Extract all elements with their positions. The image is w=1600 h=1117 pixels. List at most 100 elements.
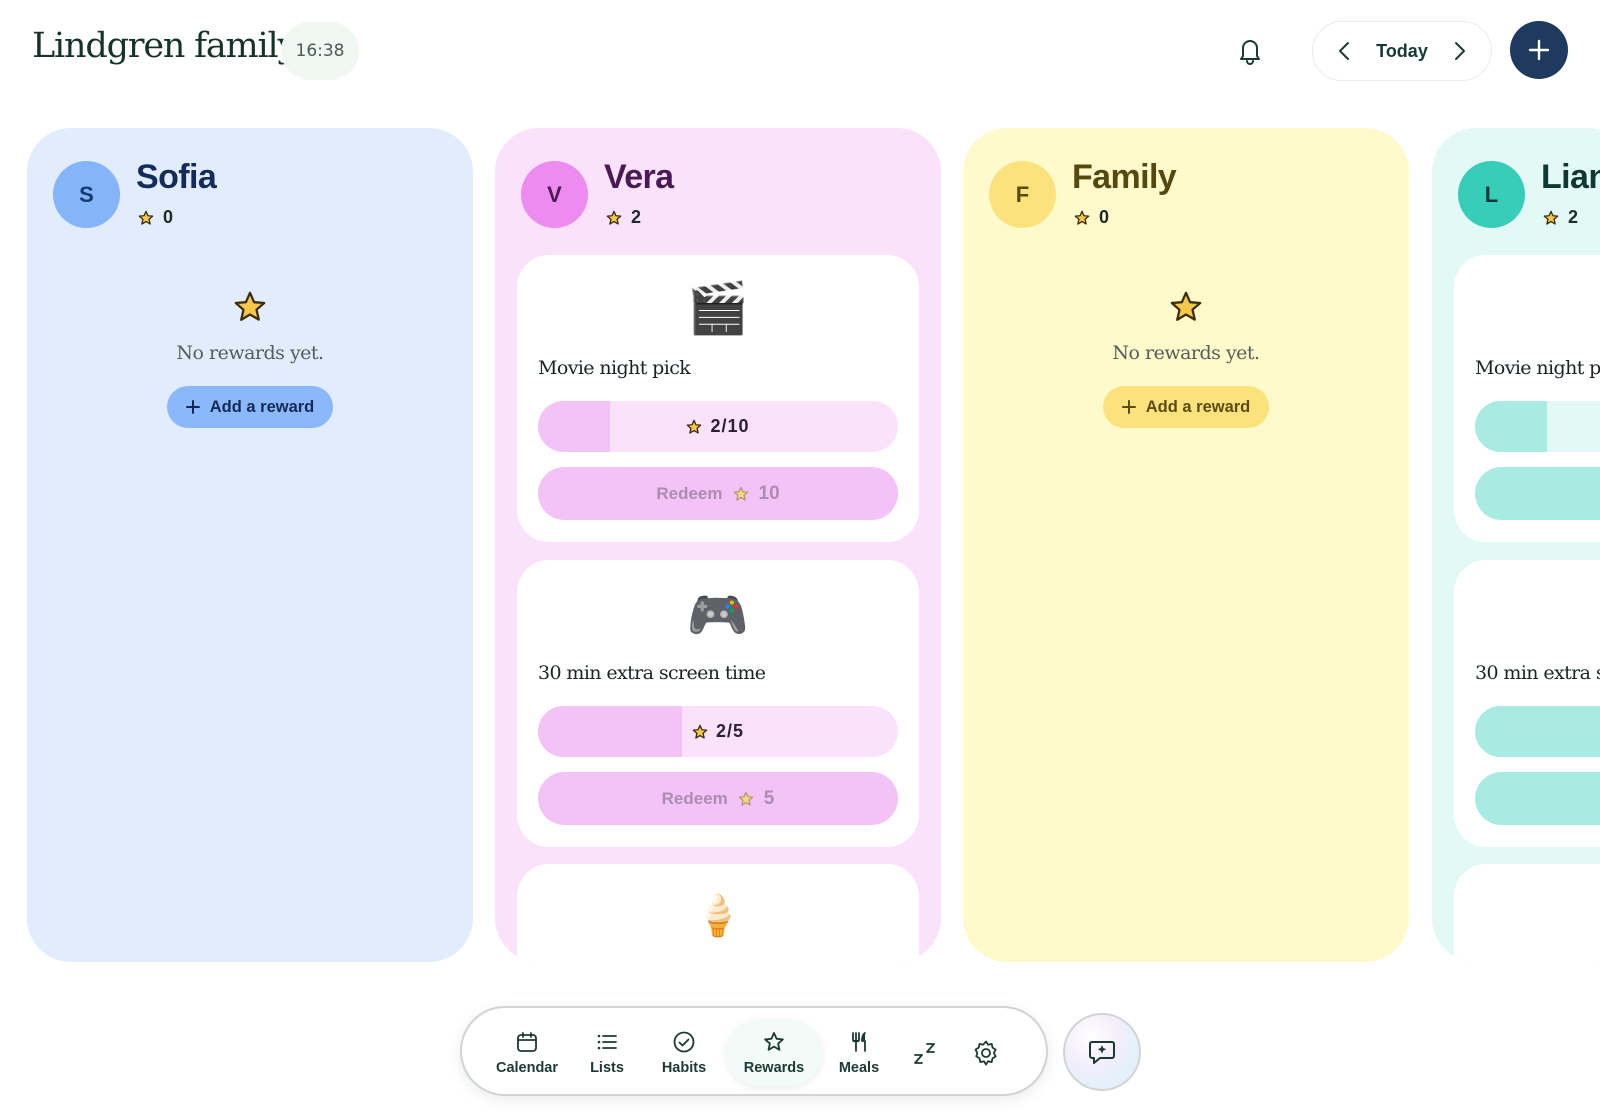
star-icon bbox=[733, 486, 748, 501]
clapperboard-icon: 🎬 bbox=[686, 280, 750, 336]
tab-label: Calendar bbox=[495, 1060, 559, 1076]
tab-calendar[interactable]: Calendar bbox=[484, 1020, 570, 1086]
add-reward-button[interactable]: Add a reward bbox=[166, 386, 334, 428]
redeem-button[interactable]: R bbox=[1475, 467, 1600, 520]
star-icon bbox=[764, 1032, 784, 1051]
member-column-family: F Family 0 No rewards yet. Add a reward bbox=[963, 128, 1409, 962]
star-icon bbox=[692, 724, 708, 739]
member-name: Sofia bbox=[136, 158, 217, 196]
star-icon bbox=[138, 210, 154, 225]
add-reward-button[interactable]: Add a reward bbox=[1102, 386, 1270, 428]
member-name: Family bbox=[1072, 158, 1177, 196]
gear-icon bbox=[974, 1040, 997, 1066]
tab-label: Meals bbox=[838, 1060, 880, 1076]
redeem-button[interactable]: Redeem 5 bbox=[538, 772, 898, 825]
tab-label: Rewards bbox=[743, 1060, 805, 1076]
points-balance: 2 bbox=[1543, 207, 1578, 228]
chat-sparkle-icon bbox=[1089, 1041, 1115, 1064]
empty-state: No rewards yet. Add a reward bbox=[963, 290, 1409, 428]
progress-fill bbox=[1475, 401, 1547, 452]
reward-card[interactable]: 🍦 bbox=[517, 864, 919, 962]
game-controller-icon: 🎮 bbox=[686, 587, 750, 643]
reward-progress: 2/10 bbox=[538, 401, 898, 452]
points-value: 0 bbox=[163, 207, 174, 227]
member-column-sofia: S Sofia 0 No rewards yet. Add a reward bbox=[27, 128, 473, 962]
empty-state: No rewards yet. Add a reward bbox=[27, 290, 473, 428]
reward-progress bbox=[1475, 401, 1600, 452]
clock: 16:38 bbox=[281, 22, 359, 80]
empty-message: No rewards yet. bbox=[1112, 342, 1260, 364]
reward-card[interactable] bbox=[1454, 864, 1600, 962]
reward-card[interactable]: 🎬 Movie night pick 2/10 Redeem 10 bbox=[517, 255, 919, 542]
tab-habits[interactable]: Habits bbox=[644, 1020, 724, 1086]
progress-text: 2/5 bbox=[715, 721, 745, 741]
ice-cream-icon: 🍦 bbox=[693, 894, 743, 938]
assistant-button[interactable] bbox=[1063, 1013, 1141, 1091]
redeem-button[interactable]: Redeem 10 bbox=[538, 467, 898, 520]
redeem-cost: 5 bbox=[763, 787, 775, 809]
points-balance: 0 bbox=[138, 207, 173, 228]
list-icon bbox=[597, 1034, 617, 1050]
member-column-vera: V Vera 2 🎬 Movie night pick 2/10 Redeem … bbox=[495, 128, 941, 962]
progress-text: 2/10 bbox=[710, 416, 750, 436]
avatar[interactable]: F bbox=[989, 161, 1056, 228]
app-title: Lindgren family bbox=[32, 26, 297, 66]
reward-title: 30 min extra screen time bbox=[538, 662, 766, 684]
reward-progress: 2/5 bbox=[538, 706, 898, 757]
today-button[interactable]: Today bbox=[1376, 41, 1428, 62]
member-name: Lian bbox=[1541, 158, 1600, 196]
chevron-left-icon[interactable] bbox=[1337, 40, 1351, 62]
member-column-lian: L Lian 2 Movie night pi R 30 min extra s… bbox=[1432, 128, 1600, 962]
avatar[interactable]: V bbox=[521, 161, 588, 228]
plus-icon bbox=[1121, 400, 1136, 414]
star-icon bbox=[738, 791, 754, 806]
redeem-button[interactable]: F bbox=[1475, 772, 1600, 825]
reward-card[interactable]: 30 min extra sc F bbox=[1454, 560, 1600, 847]
reward-card[interactable]: Movie night pi R bbox=[1454, 255, 1600, 542]
tab-settings[interactable] bbox=[958, 1020, 1014, 1086]
avatar[interactable]: L bbox=[1458, 161, 1525, 228]
sleep-icon bbox=[914, 1043, 935, 1064]
redeem-cost: 10 bbox=[758, 482, 780, 504]
tab-lists[interactable]: Lists bbox=[574, 1020, 640, 1086]
notifications-bell-icon[interactable] bbox=[1236, 36, 1264, 66]
plus-icon bbox=[1528, 39, 1550, 61]
progress-fill bbox=[1475, 706, 1600, 757]
bottom-nav: Calendar Lists Habits Rewards Meals bbox=[460, 1006, 1048, 1096]
add-button[interactable] bbox=[1510, 21, 1568, 79]
reward-title: 30 min extra sc bbox=[1475, 662, 1600, 684]
redeem-label: Redeem bbox=[656, 483, 723, 503]
star-icon bbox=[1170, 291, 1202, 321]
points-value: 0 bbox=[1099, 207, 1110, 227]
points-value: 2 bbox=[1568, 207, 1579, 227]
star-icon bbox=[1074, 210, 1090, 225]
reward-title: Movie night pick bbox=[538, 357, 691, 379]
star-icon bbox=[1543, 210, 1559, 225]
points-value: 2 bbox=[631, 207, 642, 227]
empty-message: No rewards yet. bbox=[176, 342, 324, 364]
reward-title: Movie night pi bbox=[1475, 357, 1600, 379]
add-reward-label: Add a reward bbox=[1145, 397, 1251, 416]
reward-progress bbox=[1475, 706, 1600, 757]
fork-knife-icon bbox=[852, 1032, 866, 1052]
points-balance: 0 bbox=[1074, 207, 1109, 228]
star-icon bbox=[606, 210, 622, 225]
star-icon bbox=[234, 291, 266, 321]
check-circle-icon bbox=[673, 1031, 695, 1053]
chevron-right-icon[interactable] bbox=[1453, 40, 1467, 62]
member-name: Vera bbox=[604, 158, 674, 196]
points-balance: 2 bbox=[606, 207, 641, 228]
reward-card[interactable]: 🎮 30 min extra screen time 2/5 Redeem 5 bbox=[517, 560, 919, 847]
tab-label: Lists bbox=[590, 1060, 624, 1076]
calendar-icon bbox=[517, 1032, 537, 1052]
redeem-label: Redeem bbox=[661, 788, 728, 808]
add-reward-label: Add a reward bbox=[209, 397, 315, 416]
tab-rewards[interactable]: Rewards bbox=[726, 1020, 822, 1086]
star-icon bbox=[687, 419, 702, 434]
tab-meals[interactable]: Meals bbox=[824, 1020, 894, 1086]
date-navigator: Today bbox=[1312, 21, 1492, 81]
plus-icon bbox=[185, 400, 200, 414]
tab-sleep[interactable] bbox=[898, 1020, 954, 1086]
avatar[interactable]: S bbox=[53, 161, 120, 228]
tab-label: Habits bbox=[661, 1060, 707, 1076]
